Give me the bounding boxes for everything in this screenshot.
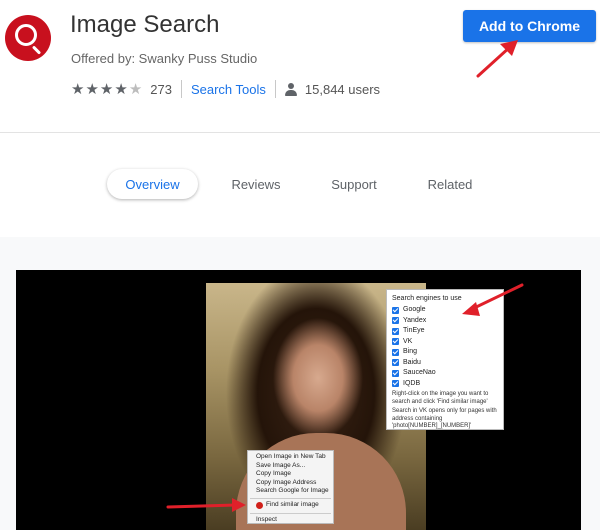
find-similar-item[interactable]: Find similar image — [256, 501, 325, 511]
checkbox-icon[interactable] — [392, 369, 399, 377]
engine-label: IQDB — [403, 379, 421, 387]
engine-label: Yandex — [403, 316, 427, 324]
engine-option[interactable]: TinEye — [392, 326, 498, 337]
user-icon — [284, 82, 297, 96]
divider — [274, 80, 276, 98]
extension-header: Image Search Offered by: Swanky Puss Stu… — [0, 0, 600, 133]
menu-divider — [250, 497, 331, 499]
star-icon: ★ — [114, 80, 128, 98]
engine-label: Bing — [403, 348, 418, 356]
star-icon: ★ — [71, 80, 85, 98]
engines-note-vk: Search in VK opens only for pages with a… — [392, 408, 497, 429]
engine-option[interactable]: Baidu — [392, 358, 498, 369]
extension-meta: ★ ★ ★ ★ ★ 273 Search Tools 15,844 users — [71, 80, 380, 98]
tabs-bar — [0, 133, 600, 237]
engines-popup: Search engines to use Google Yandex TinE… — [386, 289, 504, 430]
checkbox-icon[interactable] — [392, 359, 399, 367]
extension-icon — [256, 502, 263, 509]
context-menu-item[interactable]: Search Google for Image — [256, 487, 329, 496]
engine-option[interactable]: VK — [392, 337, 498, 348]
star-icon: ★ — [85, 80, 99, 98]
tab-support[interactable]: Support — [321, 169, 387, 199]
context-menu-item[interactable]: Save Image As... — [256, 462, 325, 471]
engines-note: Right-click on the image you want to sea… — [392, 391, 489, 405]
star-empty-icon: ★ — [128, 80, 143, 98]
engine-label: TinEye — [403, 327, 425, 335]
checkbox-icon[interactable] — [392, 306, 399, 314]
users-count: 15,844 users — [304, 81, 381, 97]
tab-related[interactable]: Related — [418, 169, 482, 199]
tab-reviews[interactable]: Reviews — [222, 169, 290, 199]
magnifier-icon — [5, 15, 51, 61]
engine-label: Baidu — [403, 358, 421, 366]
context-menu: Open Image in New Tab Save Image As... C… — [247, 450, 334, 524]
checkbox-icon[interactable] — [392, 348, 399, 356]
checkbox-icon[interactable] — [392, 380, 399, 388]
rating-stars[interactable]: ★ ★ ★ ★ ★ — [71, 82, 142, 97]
menu-divider — [250, 512, 331, 514]
rating-count[interactable]: 273 — [150, 82, 172, 97]
divider — [180, 80, 182, 98]
context-menu-inspect[interactable]: Inspect — [256, 516, 325, 525]
context-menu-item[interactable]: Copy Image — [256, 470, 325, 479]
extension-title: Image Search — [70, 11, 220, 38]
checkbox-icon[interactable] — [392, 338, 399, 346]
tab-overview[interactable]: Overview — [107, 169, 198, 199]
context-menu-item[interactable]: Copy Image Address — [256, 479, 325, 488]
checkbox-icon[interactable] — [392, 317, 399, 325]
engine-option[interactable]: Yandex — [392, 316, 498, 327]
category-link[interactable]: Search Tools — [191, 82, 266, 97]
add-to-chrome-button[interactable]: Add to Chrome — [463, 10, 596, 42]
find-similar-label: Find similar image — [266, 501, 319, 509]
engine-label: Google — [403, 306, 426, 314]
checkbox-icon[interactable] — [392, 327, 399, 335]
engine-option[interactable]: Google — [392, 305, 498, 316]
engine-option[interactable]: Bing — [392, 347, 498, 358]
engines-header: Search engines to use — [392, 295, 462, 302]
engine-option[interactable]: SauceNao — [392, 368, 498, 379]
engine-option[interactable]: IQDB — [392, 379, 498, 390]
engine-label: SauceNao — [403, 369, 436, 377]
offered-by: Offered by: Swanky Puss Studio — [71, 51, 258, 66]
engine-label: VK — [403, 337, 413, 345]
context-menu-item[interactable]: Open Image in New Tab — [256, 453, 326, 462]
star-icon: ★ — [99, 80, 114, 98]
